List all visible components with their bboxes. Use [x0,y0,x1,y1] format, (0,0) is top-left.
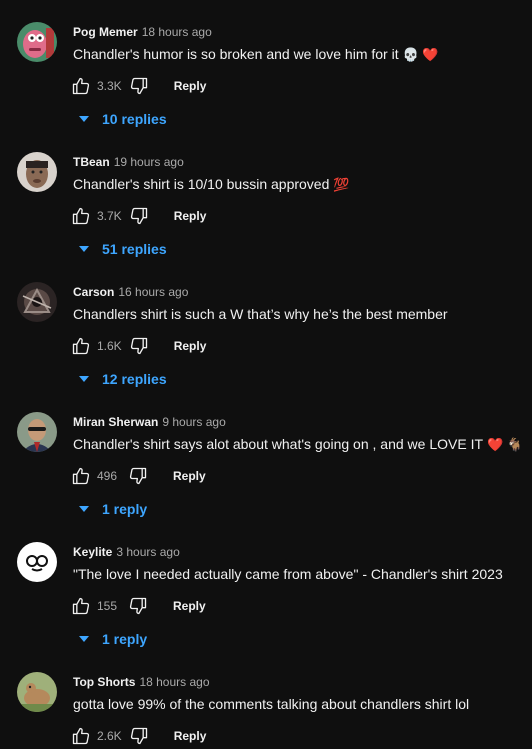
comment-thread: TBean 19 hours ago Chandler's shirt is 10… [0,130,532,260]
replies-count: 10 replies [102,111,167,127]
comment-actions: 155 Reply [70,594,206,618]
comment-body: Chandler's shirt says alot about what's … [73,436,484,452]
dislike-icon[interactable] [128,75,150,97]
comment-text: Chandler's shirt says alot about what's … [73,434,523,455]
comment-header: Top Shorts 18 hours ago [73,674,210,690]
comment-actions: 2.6K Reply [70,724,206,748]
author-name[interactable]: Pog Memer [73,25,138,39]
comment-header: Pog Memer 18 hours ago [73,24,212,40]
author-name[interactable]: Carson [73,285,114,299]
timestamp[interactable]: 18 hours ago [139,675,209,689]
caret-down-icon [79,506,89,512]
avatar[interactable] [17,412,57,452]
caret-down-icon [79,376,89,382]
like-count: 3.7K [97,209,122,223]
comment-header: TBean 19 hours ago [73,154,184,170]
avatar[interactable] [17,22,57,62]
replies-count: 1 reply [102,631,148,647]
like-count: 1.6K [97,339,122,353]
comment-thread: Carson 16 hours ago Chandlers shirt is su… [0,260,532,390]
comment-text: gotta love 99% of the comments talking a… [73,694,469,714]
timestamp[interactable]: 9 hours ago [162,415,225,429]
avatar[interactable] [17,672,57,712]
comment-header: Keylite 3 hours ago [73,544,180,560]
avatar[interactable] [17,542,57,582]
comment-thread: Miran Sherwan 9 hours ago Chandler's shir… [0,390,532,520]
timestamp[interactable]: 19 hours ago [114,155,184,169]
comment-body: gotta love 99% of the comments talking a… [73,696,470,712]
like-count: 496 [97,469,118,483]
dislike-icon[interactable] [127,595,149,617]
dislike-icon[interactable] [127,465,149,487]
reply-button[interactable]: Reply [174,339,207,353]
like-icon[interactable] [70,465,92,487]
caret-down-icon [79,246,89,252]
reply-button[interactable]: Reply [174,729,207,743]
comment-header: Miran Sherwan 9 hours ago [73,414,226,430]
avatar[interactable] [17,152,57,192]
timestamp[interactable]: 16 hours ago [118,285,188,299]
like-icon[interactable] [70,725,92,747]
comment-header: Carson 16 hours ago [73,284,188,300]
view-replies-button[interactable]: 1 reply [78,628,147,650]
comment-text: "The love I needed actually came from ab… [73,564,503,584]
like-count: 3.3K [97,79,122,93]
timestamp[interactable]: 18 hours ago [142,25,212,39]
like-count: 2.6K [97,729,122,743]
author-name[interactable]: Miran Sherwan [73,415,158,429]
caret-down-icon [79,636,89,642]
avatar[interactable] [17,282,57,322]
reply-button[interactable]: Reply [173,599,206,613]
view-replies-button[interactable]: 51 replies [78,238,167,260]
comments-section: Pog Memer 18 hours ago Chandler's humor i… [0,0,532,749]
like-icon[interactable] [70,205,92,227]
comment-thread: Keylite 3 hours ago "The love I needed ac… [0,520,532,650]
like-icon[interactable] [70,335,92,357]
like-count: 155 [97,599,118,613]
comment-actions: 3.7K Reply [70,204,206,228]
replies-count: 51 replies [102,241,167,257]
comment-thread: Top Shorts 18 hours ago gotta love 99% of… [0,650,532,749]
view-replies-button[interactable]: 10 replies [78,108,167,130]
view-replies-button[interactable]: 12 replies [78,368,167,390]
author-name[interactable]: Top Shorts [73,675,135,689]
comment-actions: 1.6K Reply [70,334,206,358]
comment-body: Chandler's humor is so broken and we lov… [73,46,399,62]
dislike-icon[interactable] [128,725,150,747]
comment-emoji: 💀 ❤️ [402,47,439,62]
comment-emoji: 💯 [333,177,350,192]
caret-down-icon [79,116,89,122]
dislike-icon[interactable] [128,205,150,227]
comment-text: Chandler's shirt is 10/10 bussin approve… [73,174,350,195]
comment-text: Chandlers shirt is such a W that’s why h… [73,304,448,324]
comment-body: Chandlers shirt is such a W that’s why h… [73,306,448,322]
replies-count: 12 replies [102,371,167,387]
reply-button[interactable]: Reply [174,209,207,223]
comment-actions: 496 Reply [70,464,206,488]
comment-body: Chandler's shirt is 10/10 bussin approve… [73,176,330,192]
author-name[interactable]: TBean [73,155,110,169]
author-name[interactable]: Keylite [73,545,112,559]
timestamp[interactable]: 3 hours ago [116,545,179,559]
replies-count: 1 reply [102,501,148,517]
comment-actions: 3.3K Reply [70,74,206,98]
like-icon[interactable] [70,595,92,617]
reply-button[interactable]: Reply [173,469,206,483]
reply-button[interactable]: Reply [174,79,207,93]
dislike-icon[interactable] [128,335,150,357]
view-replies-button[interactable]: 1 reply [78,498,147,520]
comment-thread: Pog Memer 18 hours ago Chandler's humor i… [0,0,532,130]
comment-emoji: ❤️ 🐐 [487,437,524,452]
comment-body: "The love I needed actually came from ab… [73,566,503,582]
like-icon[interactable] [70,75,92,97]
comment-text: Chandler's humor is so broken and we lov… [73,44,439,65]
